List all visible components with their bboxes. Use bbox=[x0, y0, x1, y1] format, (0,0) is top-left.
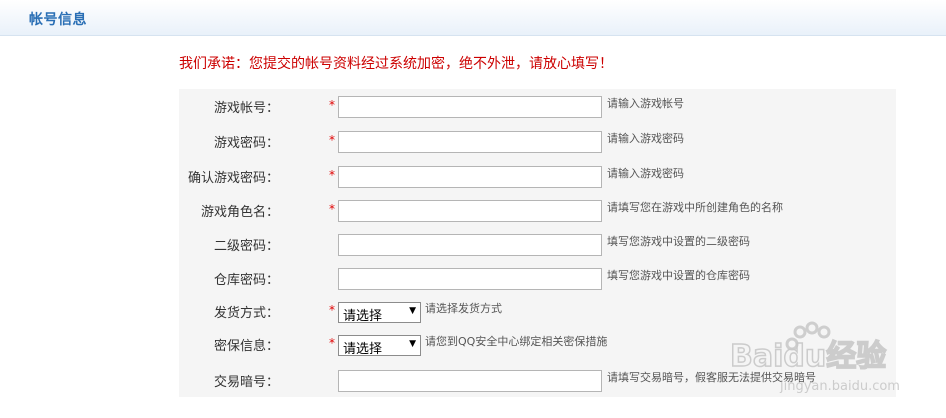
required-mark: * bbox=[329, 202, 335, 216]
confirm-password-label: 确认游戏密码： bbox=[187, 171, 279, 186]
form-row-delivery-method: 发货方式： * 请选择 ▼ 请选择发货方式 bbox=[179, 296, 896, 330]
game-password-input[interactable] bbox=[338, 131, 602, 153]
role-name-hint: 请填写您在游戏中所创建角色的名称 bbox=[607, 201, 783, 214]
required-mark: * bbox=[329, 336, 335, 350]
required-mark: * bbox=[329, 168, 335, 182]
privacy-notice: 我们承诺：您提交的帐号资料经过系统加密，绝不外泄，请放心填写！ bbox=[179, 56, 613, 72]
game-password-label: 游戏密码： bbox=[213, 136, 279, 151]
game-account-label: 游戏帐号： bbox=[213, 101, 279, 116]
role-name-input[interactable] bbox=[338, 200, 602, 222]
game-password-hint: 请输入游戏密码 bbox=[607, 132, 684, 145]
required-mark: * bbox=[329, 133, 335, 147]
form-row-trade-code: 交易暗号： 请填写交易暗号，假客服无法提供交易暗号 bbox=[179, 363, 896, 397]
warehouse-password-hint: 填写您游戏中设置的仓库密码 bbox=[607, 269, 750, 282]
security-info-hint: 请您到QQ安全中心绑定相关密保措施 bbox=[425, 335, 608, 348]
form-row-security-info: 密保信息： * 请选择 ▼ 请您到QQ安全中心绑定相关密保措施 bbox=[179, 329, 896, 363]
trade-code-label: 交易暗号： bbox=[213, 375, 279, 390]
confirm-password-hint: 请输入游戏密码 bbox=[607, 167, 684, 180]
delivery-method-hint: 请选择发货方式 bbox=[425, 302, 502, 315]
trade-code-input[interactable] bbox=[338, 370, 602, 392]
form-row-game-password: 游戏密码： * 请输入游戏密码 bbox=[179, 124, 896, 158]
confirm-password-input[interactable] bbox=[338, 166, 602, 188]
second-password-hint: 填写您游戏中设置的二级密码 bbox=[607, 235, 750, 248]
delivery-method-label: 发货方式： bbox=[213, 306, 279, 321]
trade-code-hint: 请填写交易暗号，假客服无法提供交易暗号 bbox=[607, 371, 816, 384]
role-name-label: 游戏角色名： bbox=[200, 205, 279, 220]
section-title: 帐号信息 bbox=[29, 12, 87, 28]
game-account-input[interactable] bbox=[338, 96, 602, 118]
dropdown-arrow-icon: ▼ bbox=[409, 306, 416, 316]
form-row-game-account: 游戏帐号： * 请输入游戏帐号 bbox=[179, 89, 896, 123]
security-info-select[interactable]: 请选择 ▼ bbox=[338, 335, 421, 357]
game-account-hint: 请输入游戏帐号 bbox=[607, 97, 684, 110]
warehouse-password-label: 仓库密码： bbox=[213, 273, 279, 288]
dropdown-arrow-icon: ▼ bbox=[409, 339, 416, 349]
security-info-label: 密保信息： bbox=[213, 339, 279, 354]
required-mark: * bbox=[329, 98, 335, 112]
delivery-method-selected: 请选择 bbox=[343, 309, 383, 324]
required-mark: * bbox=[329, 303, 335, 317]
delivery-method-select[interactable]: 请选择 ▼ bbox=[338, 302, 421, 324]
page-header: 帐号信息 bbox=[0, 0, 946, 36]
second-password-input[interactable] bbox=[338, 234, 602, 256]
form-row-role-name: 游戏角色名： * 请填写您在游戏中所创建角色的名称 bbox=[179, 193, 896, 227]
form-row-second-password: 二级密码： 填写您游戏中设置的二级密码 bbox=[179, 227, 896, 261]
second-password-label: 二级密码： bbox=[213, 239, 279, 254]
warehouse-password-input[interactable] bbox=[338, 268, 602, 290]
form-row-warehouse-password: 仓库密码： 填写您游戏中设置的仓库密码 bbox=[179, 261, 896, 295]
form-row-confirm-password: 确认游戏密码： * 请输入游戏密码 bbox=[179, 159, 896, 193]
security-info-selected: 请选择 bbox=[343, 342, 383, 357]
